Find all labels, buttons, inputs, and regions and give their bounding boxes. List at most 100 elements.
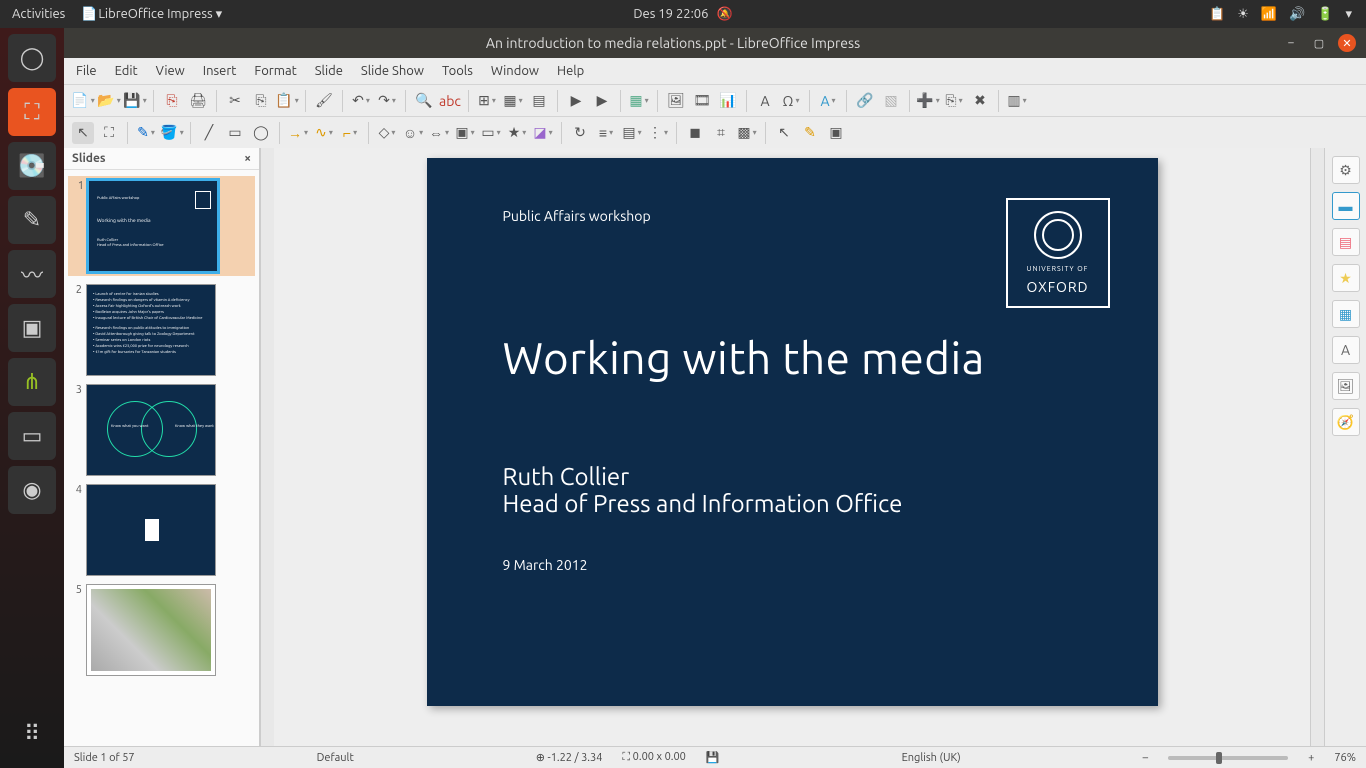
gallery-button[interactable]: 🖼 <box>1332 372 1360 400</box>
insert-av-button[interactable]: 🎞 <box>691 90 713 112</box>
slide-canvas[interactable]: Public Affairs workshop Working with the… <box>427 158 1158 706</box>
minimize-button[interactable]: – <box>1282 34 1300 52</box>
insert-table-button[interactable]: ▦ <box>628 90 650 112</box>
insert-object-button[interactable]: ▧ <box>880 90 902 112</box>
status-master[interactable]: Default <box>317 752 354 764</box>
callout-tool[interactable]: ▭ <box>480 122 502 144</box>
flowchart-tool[interactable]: ▣ <box>454 122 476 144</box>
star-tool[interactable]: ★ <box>506 122 528 144</box>
start-presentation-button[interactable]: ▶ <box>565 90 587 112</box>
menu-slide[interactable]: Slide <box>315 64 343 78</box>
redo-button[interactable]: ↷ <box>376 90 398 112</box>
slidepanel-scrollbar[interactable] <box>260 148 274 746</box>
clone-format-button[interactable]: 🖌 <box>313 90 335 112</box>
ellipse-tool[interactable]: ◯ <box>250 122 272 144</box>
export-pdf-button[interactable]: ⎘ <box>161 90 183 112</box>
arrow-tool[interactable]: → <box>287 122 309 144</box>
open-button[interactable]: 📂 <box>98 90 120 112</box>
start-current-button[interactable]: ▶ <box>591 90 613 112</box>
insert-fontwork-button[interactable]: A <box>817 90 839 112</box>
status-language[interactable]: English (UK) <box>902 752 961 764</box>
menu-view[interactable]: View <box>156 64 185 78</box>
find-button[interactable]: 🔍 <box>413 90 435 112</box>
menu-slideshow[interactable]: Slide Show <box>361 64 424 78</box>
launcher-item-eclipse[interactable]: ◯ <box>8 34 56 82</box>
delete-slide-button[interactable]: ✖ <box>969 90 991 112</box>
basic-shapes-tool[interactable]: ◇ <box>376 122 398 144</box>
zoom-slider[interactable] <box>1168 756 1288 760</box>
maximize-button[interactable]: ▢ <box>1310 34 1328 52</box>
insert-special-button[interactable]: Ω <box>780 90 802 112</box>
menu-insert[interactable]: Insert <box>203 64 237 78</box>
insert-textbox-button[interactable]: A <box>754 90 776 112</box>
slide-thumb-4[interactable]: 4 <box>68 484 255 576</box>
menu-file[interactable]: File <box>76 64 97 78</box>
volume-icon[interactable]: 🔊 <box>1289 7 1305 22</box>
3d-tool[interactable]: ◪ <box>532 122 554 144</box>
points-tool[interactable]: ↖ <box>773 122 795 144</box>
arrange-tool[interactable]: ▤ <box>621 122 643 144</box>
properties-button[interactable]: ⚙ <box>1332 156 1360 184</box>
menu-help[interactable]: Help <box>557 64 584 78</box>
menu-format[interactable]: Format <box>254 64 296 78</box>
filter-tool[interactable]: ▩ <box>736 122 758 144</box>
insert-chart-button[interactable]: 📊 <box>717 90 739 112</box>
slide-properties-button[interactable]: ▬ <box>1332 192 1360 220</box>
crop-tool[interactable]: ⌗ <box>710 122 732 144</box>
rectangle-tool[interactable]: ▭ <box>224 122 246 144</box>
zoom-pan-tool[interactable]: ⛶ <box>98 122 120 144</box>
zoom-in-button[interactable]: + <box>1308 752 1314 764</box>
close-button[interactable]: ✕ <box>1338 34 1356 52</box>
shadow-tool[interactable]: ◼ <box>684 122 706 144</box>
gluepoint-tool[interactable]: ✎ <box>799 122 821 144</box>
block-arrows-tool[interactable]: ⇔ <box>428 122 450 144</box>
master-slides-button[interactable]: ▦ <box>1332 300 1360 328</box>
new-button[interactable]: 📄 <box>72 90 94 112</box>
clipboard-icon[interactable]: 📋 <box>1209 7 1225 22</box>
launcher-item-phone[interactable]: ▭ <box>8 412 56 460</box>
slide-thumbnails[interactable]: 1 Public Affairs workshop Working with t… <box>64 170 259 746</box>
app-menu[interactable]: 📄 LibreOffice Impress ▾ <box>81 7 222 22</box>
launcher-item-disks[interactable]: 💽 <box>8 142 56 190</box>
slide-thumb-1[interactable]: 1 Public Affairs workshop Working with t… <box>68 176 255 276</box>
notification-icon[interactable]: 🔕 <box>716 7 732 22</box>
launcher-item-android[interactable]: ⋔ <box>8 358 56 406</box>
slide-panel-close[interactable]: × <box>244 152 251 165</box>
zoom-out-button[interactable]: – <box>1143 752 1148 764</box>
slide-thumb-5[interactable]: 5 <box>68 584 255 676</box>
connector-tool[interactable]: ⌐ <box>339 122 361 144</box>
paste-button[interactable]: 📋 <box>276 90 298 112</box>
spellcheck-button[interactable]: abc <box>439 90 461 112</box>
canvas-scrollbar[interactable] <box>1310 148 1324 746</box>
cut-button[interactable]: ✂ <box>224 90 246 112</box>
rotate-tool[interactable]: ↻ <box>569 122 591 144</box>
zoom-level[interactable]: 76% <box>1334 752 1356 764</box>
canvas-area[interactable]: Public Affairs workshop Working with the… <box>274 148 1310 746</box>
align-tool[interactable]: ≡ <box>595 122 617 144</box>
launcher-item-apps[interactable]: ⠿ <box>8 710 56 758</box>
master-slide-button[interactable]: ▤ <box>528 90 550 112</box>
styles-button[interactable]: A <box>1332 336 1360 364</box>
select-tool[interactable]: ↖ <box>72 122 94 144</box>
launcher-item-screenshot[interactable]: ⛶ <box>8 88 56 136</box>
copy-button[interactable]: ⎘ <box>250 90 272 112</box>
slide-layout-button[interactable]: ▥ <box>1006 90 1028 112</box>
line-color-tool[interactable]: ✎ <box>135 122 157 144</box>
extrusion-tool[interactable]: ▣ <box>825 122 847 144</box>
insert-hyperlink-button[interactable]: 🔗 <box>854 90 876 112</box>
symbol-shapes-tool[interactable]: ☺ <box>402 122 424 144</box>
new-slide-button[interactable]: ➕ <box>917 90 939 112</box>
display-views-button[interactable]: ▦ <box>502 90 524 112</box>
curve-tool[interactable]: ∿ <box>313 122 335 144</box>
insert-image-button[interactable]: 🖼 <box>665 90 687 112</box>
save-button[interactable]: 💾 <box>124 90 146 112</box>
menu-tools[interactable]: Tools <box>442 64 473 78</box>
clock[interactable]: Des 19 22:06 <box>633 7 708 21</box>
chevron-down-icon[interactable]: ▾ <box>1345 7 1352 22</box>
grid-button[interactable]: ⊞ <box>476 90 498 112</box>
duplicate-slide-button[interactable]: ⎘ <box>943 90 965 112</box>
print-button[interactable]: 🖨 <box>187 90 209 112</box>
launcher-item-cd[interactable]: ◉ <box>8 466 56 514</box>
navigator-button[interactable]: 🧭 <box>1332 408 1360 436</box>
brightness-icon[interactable]: ☀ <box>1237 7 1249 22</box>
